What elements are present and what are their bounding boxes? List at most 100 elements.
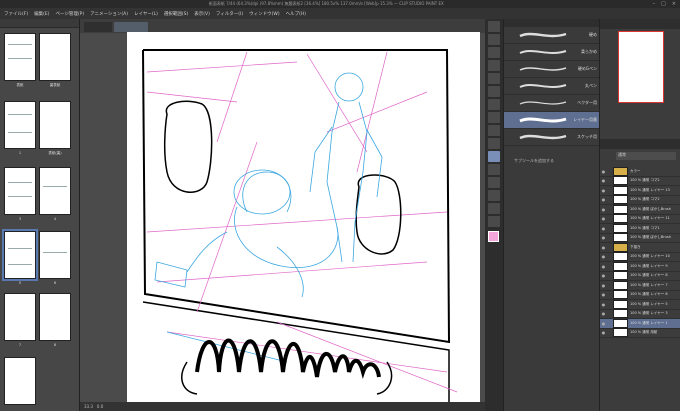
eye-icon[interactable]: ● bbox=[600, 311, 607, 316]
document-tab-active[interactable] bbox=[114, 22, 148, 32]
brush-item[interactable]: 硬め bbox=[504, 27, 599, 44]
menu-filter[interactable]: フィルター(I) bbox=[216, 11, 243, 17]
layer-row[interactable]: ● 100 % 通常 コマ1 bbox=[600, 223, 680, 234]
zoom-value[interactable]: 33.3 bbox=[84, 404, 93, 409]
layer-row[interactable]: ● 100 % 通常 レイヤー 13 bbox=[600, 185, 680, 196]
layer-row[interactable]: ● 100 % 通常 レイヤー 7 bbox=[600, 280, 680, 291]
auto-select-tool-icon[interactable] bbox=[488, 86, 500, 97]
page-thumbnail-selected[interactable] bbox=[2, 229, 38, 281]
eye-icon[interactable]: ● bbox=[600, 245, 607, 250]
eye-icon[interactable]: ● bbox=[600, 273, 607, 278]
airbrush-tool-icon[interactable] bbox=[488, 151, 500, 162]
page-thumbnail[interactable] bbox=[4, 167, 36, 215]
layer-name: 100 % 通常 レイヤー 5 bbox=[630, 301, 668, 306]
blend-mode-select[interactable]: 通常 bbox=[616, 152, 676, 160]
layer-row[interactable]: ● 100 % 通常 レイヤー 8 bbox=[600, 271, 680, 281]
menu-page[interactable]: ページ管理(P) bbox=[55, 11, 84, 17]
layer-row[interactable]: ● 100 % 通常 レイヤー 10 bbox=[600, 252, 680, 262]
page-label: 6 bbox=[53, 281, 57, 285]
eye-icon[interactable]: ● bbox=[600, 169, 607, 174]
layer-folder[interactable]: ● カラー bbox=[600, 166, 680, 177]
move-tool-icon[interactable] bbox=[488, 34, 500, 45]
add-sub-tool-button[interactable]: サブツールを追加する bbox=[514, 158, 554, 164]
eyedropper-tool-icon[interactable] bbox=[488, 99, 500, 110]
page-thumbnail[interactable] bbox=[4, 101, 36, 149]
operation-tool-icon[interactable] bbox=[488, 47, 500, 58]
canvas-page[interactable] bbox=[127, 32, 480, 407]
menu-window[interactable]: ウィンドウ(W) bbox=[249, 11, 279, 17]
eraser-tool-icon[interactable] bbox=[488, 177, 500, 188]
eye-icon[interactable]: ● bbox=[600, 302, 607, 307]
eye-icon[interactable]: ● bbox=[600, 207, 607, 212]
decoration-tool-icon[interactable] bbox=[488, 164, 500, 175]
layer-row[interactable]: ● 100 % 通常 レイヤー 5 bbox=[600, 299, 680, 310]
eye-icon[interactable]: ● bbox=[600, 235, 607, 240]
menu-selection[interactable]: 選択範囲(S) bbox=[164, 11, 188, 17]
page-thumbnail[interactable] bbox=[39, 167, 71, 215]
page-thumbnail[interactable] bbox=[4, 293, 36, 341]
eye-icon[interactable]: ● bbox=[600, 188, 607, 193]
selection-tool-icon[interactable] bbox=[488, 73, 500, 84]
pencil-tool-icon[interactable] bbox=[488, 125, 500, 136]
layer-row-selected[interactable]: ● 100 % 通常 レイヤー 1 bbox=[600, 318, 680, 329]
blend-tool-icon[interactable] bbox=[488, 190, 500, 201]
minimize-button[interactable]: – bbox=[653, 1, 656, 7]
layer-thumbnail bbox=[613, 204, 628, 214]
brush-item[interactable]: スケッチ用 bbox=[504, 129, 599, 146]
eye-icon[interactable]: ● bbox=[600, 254, 607, 259]
page-thumbnail[interactable] bbox=[4, 33, 36, 81]
layer-row[interactable]: ● 100 % 通常 レイヤー 9 bbox=[600, 261, 680, 272]
brush-item[interactable]: 硬めGペン bbox=[504, 61, 599, 78]
layer-name: 100 % 通常 レイヤー 7 bbox=[630, 282, 668, 287]
navigator-preview[interactable] bbox=[618, 31, 664, 103]
menu-layer[interactable]: レイヤー(L) bbox=[134, 11, 158, 17]
gradient-tool-icon[interactable] bbox=[488, 216, 500, 227]
maximize-button[interactable]: □ bbox=[661, 1, 666, 7]
menu-help[interactable]: ヘルプ(H) bbox=[286, 11, 306, 17]
eye-icon[interactable]: ● bbox=[600, 197, 607, 202]
brush-item-selected[interactable]: レイヤー用墨 bbox=[504, 112, 599, 129]
eye-icon[interactable]: ● bbox=[600, 216, 607, 221]
close-button[interactable]: × bbox=[672, 1, 676, 7]
brush-item[interactable]: ベクター用 bbox=[504, 95, 599, 112]
menu-view[interactable]: 表示(V) bbox=[194, 11, 210, 17]
eye-icon[interactable]: ● bbox=[600, 330, 607, 335]
fill-tool-icon[interactable] bbox=[488, 203, 500, 214]
document-tab[interactable] bbox=[84, 22, 112, 32]
zoom-tool-icon[interactable] bbox=[488, 21, 500, 32]
pen-tool-icon[interactable] bbox=[488, 112, 500, 123]
menu-file[interactable]: ファイル(F) bbox=[4, 11, 28, 17]
eye-icon[interactable]: ● bbox=[600, 321, 607, 326]
eye-icon[interactable]: ● bbox=[600, 178, 607, 183]
main-color-swatch[interactable] bbox=[488, 231, 499, 242]
eye-icon[interactable]: ● bbox=[600, 226, 607, 231]
layer-thumbnail bbox=[613, 214, 628, 224]
layer-row[interactable]: ● 100 % 通常 コマ2 bbox=[600, 176, 680, 186]
menu-edit[interactable]: 編集(E) bbox=[34, 11, 49, 17]
brush-item[interactable]: 柔らかめ bbox=[504, 44, 599, 61]
layer-row[interactable]: ● 100 % 通常 レイヤー 6 bbox=[600, 290, 680, 300]
layer-name: 100 % 通常 レイヤー 3 bbox=[630, 311, 668, 316]
layer-row[interactable]: ● 100 % 通常 ぼかしBrush bbox=[600, 233, 680, 243]
layer-row[interactable]: ● 100 % 通常 レイヤー 11 bbox=[600, 214, 680, 224]
page-thumbnail[interactable] bbox=[39, 231, 71, 279]
rotation-value[interactable]: 0.0 bbox=[97, 404, 103, 409]
move-layer-tool-icon[interactable] bbox=[488, 60, 500, 71]
menu-animation[interactable]: アニメーション(A) bbox=[90, 11, 128, 17]
layer-row[interactable]: ● 100 % 通常 ぼかしBrush bbox=[600, 204, 680, 215]
layer-row[interactable]: ● 100 % 通常 コマ2 bbox=[600, 195, 680, 205]
eye-icon[interactable]: ● bbox=[600, 292, 607, 297]
page-thumbnail[interactable] bbox=[39, 293, 71, 341]
brush-tool-icon[interactable] bbox=[488, 138, 500, 149]
eye-icon[interactable]: ● bbox=[600, 264, 607, 269]
page-thumbnail[interactable] bbox=[39, 33, 71, 81]
brush-item[interactable]: 丸ペン bbox=[504, 78, 599, 95]
layer-name: 100 % 通常 コマ1 bbox=[630, 225, 660, 230]
layer-row[interactable]: ● 100 % 通常 用紙 bbox=[600, 328, 680, 338]
page-thumbnail[interactable] bbox=[4, 357, 36, 405]
layer-folder[interactable]: ● 下描き bbox=[600, 242, 680, 253]
layer-thumbnail bbox=[613, 252, 628, 262]
eye-icon[interactable]: ● bbox=[600, 283, 607, 288]
page-thumbnail[interactable] bbox=[39, 101, 71, 149]
layer-row[interactable]: ● 100 % 通常 レイヤー 3 bbox=[600, 309, 680, 319]
